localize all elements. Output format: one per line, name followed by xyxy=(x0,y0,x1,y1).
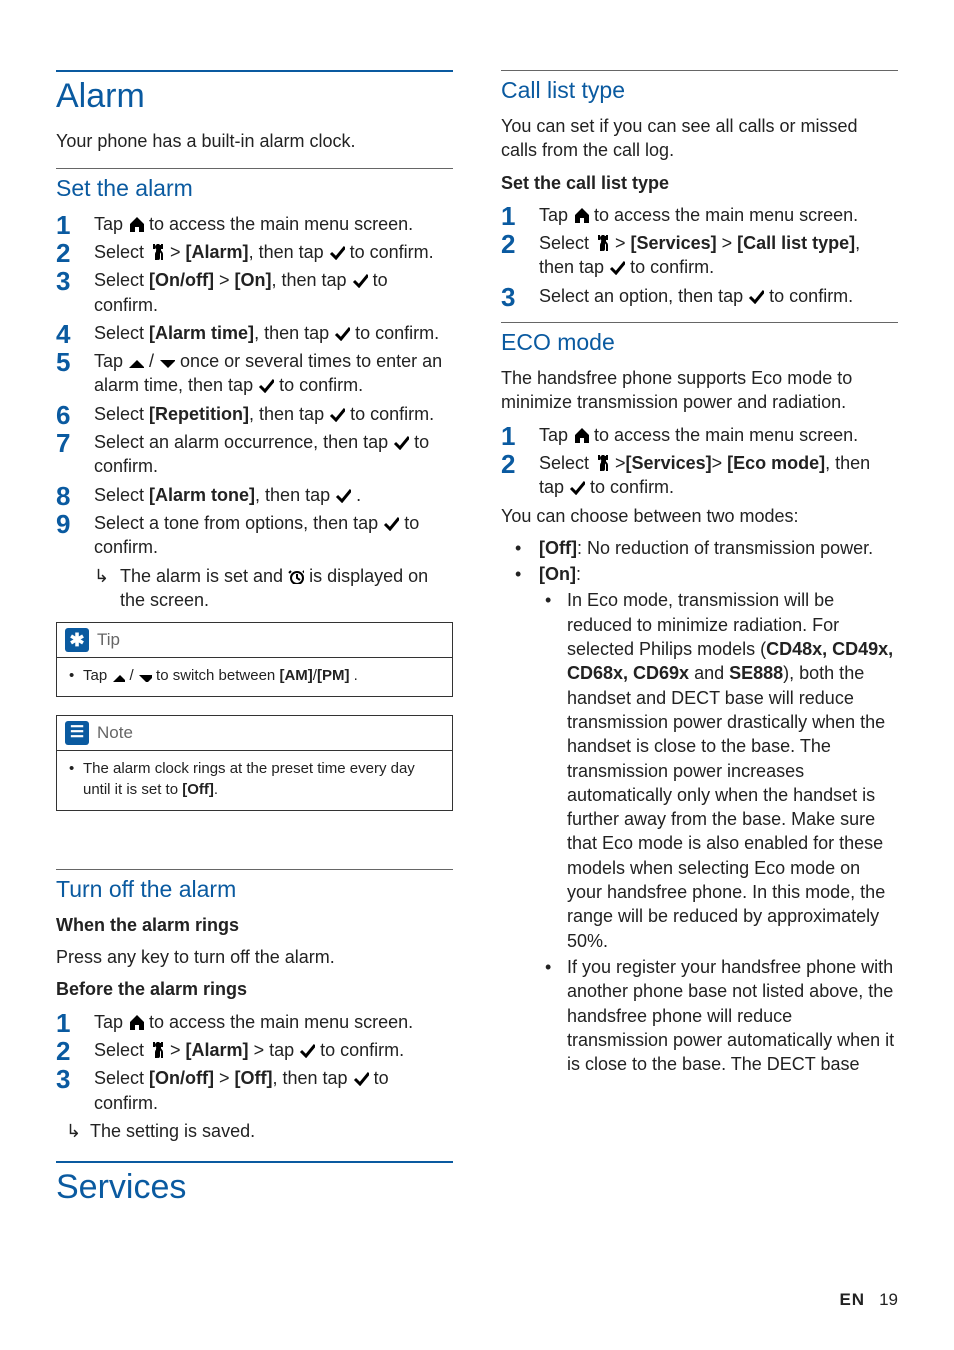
up-icon xyxy=(128,357,144,369)
home-icon xyxy=(128,216,144,232)
check-icon xyxy=(383,515,399,531)
check-icon xyxy=(334,325,350,341)
fork-icon xyxy=(149,244,165,260)
eco-steps: Tap to access the main menu screen. Sele… xyxy=(501,423,898,500)
note-icon: ☰ xyxy=(65,721,89,745)
alarm-intro: Your phone has a built-in alarm clock. xyxy=(56,129,453,153)
down-icon xyxy=(159,357,175,369)
before-rings-heading: Before the alarm rings xyxy=(56,977,453,1001)
check-icon xyxy=(569,479,585,495)
call-list-intro: You can set if you can see all calls or … xyxy=(501,114,898,163)
check-icon xyxy=(609,259,625,275)
up-icon xyxy=(111,672,125,682)
check-icon xyxy=(299,1042,315,1058)
set-alarm-heading: Set the alarm xyxy=(56,175,453,202)
home-icon xyxy=(573,207,589,223)
eco-intro: The handsfree phone supports Eco mode to… xyxy=(501,366,898,415)
turn-off-heading: Turn off the alarm xyxy=(56,876,453,903)
page-footer: EN19 xyxy=(839,1290,898,1310)
check-icon xyxy=(353,1070,369,1086)
set-alarm-steps: Tap to access the main menu screen. Sele… xyxy=(56,212,453,560)
call-list-heading: Call list type xyxy=(501,77,898,104)
fork-icon xyxy=(149,1042,165,1058)
eco-modes-list: [Off]: No reduction of transmission powe… xyxy=(501,536,898,587)
check-icon xyxy=(748,288,764,304)
section-title-alarm: Alarm xyxy=(56,78,453,115)
eco-on-sublist: In Eco mode, transmission will be reduce… xyxy=(539,588,898,1076)
note-callout: ☰ Note The alarm clock rings at the pres… xyxy=(56,715,453,811)
check-icon xyxy=(335,487,351,503)
eco-heading: ECO mode xyxy=(501,329,898,356)
alarm-icon xyxy=(288,568,304,584)
home-icon xyxy=(128,1014,144,1030)
check-icon xyxy=(329,406,345,422)
asterisk-icon: ✱ xyxy=(65,628,89,652)
tip-callout: ✱ Tip Tap / to switch between [AM]/[PM] … xyxy=(56,622,453,697)
down-icon xyxy=(138,672,152,682)
check-icon xyxy=(352,272,368,288)
call-list-steps: Tap to access the main menu screen. Sele… xyxy=(501,203,898,308)
home-icon xyxy=(573,427,589,443)
fork-icon xyxy=(594,455,610,471)
when-rings-heading: When the alarm rings xyxy=(56,913,453,937)
call-list-subhead: Set the call list type xyxy=(501,171,898,195)
set-alarm-result: The alarm is set and is displayed on the… xyxy=(56,564,453,613)
eco-modes-intro: You can choose between two modes: xyxy=(501,504,898,528)
turn-off-steps: Tap to access the main menu screen. Sele… xyxy=(56,1010,453,1115)
setting-saved-result: The setting is saved. xyxy=(56,1119,453,1143)
check-icon xyxy=(258,377,274,393)
when-rings-text: Press any key to turn off the alarm. xyxy=(56,945,453,969)
check-icon xyxy=(393,434,409,450)
section-title-services: Services xyxy=(56,1169,453,1206)
check-icon xyxy=(329,244,345,260)
fork-icon xyxy=(594,235,610,251)
